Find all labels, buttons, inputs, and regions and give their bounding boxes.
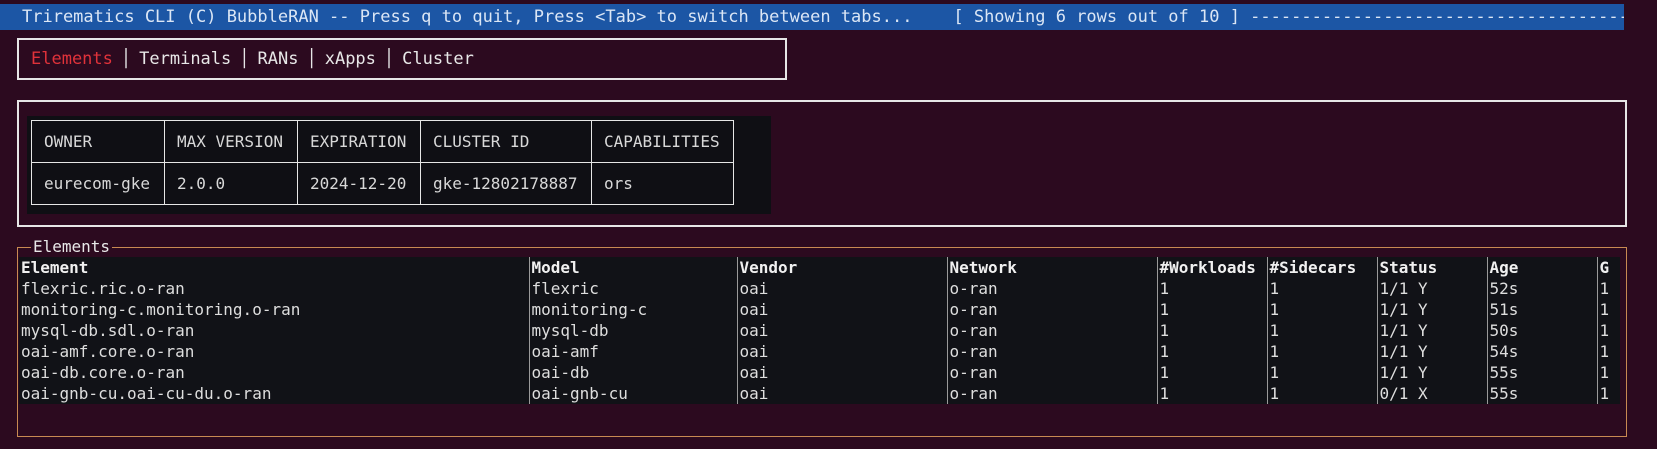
cell-sidecars: 1 (1267, 299, 1378, 320)
cell-model: mysql-db (529, 320, 738, 341)
tab-separator: │ (306, 49, 317, 69)
cell-sidecars: 1 (1267, 278, 1378, 299)
license-row: eurecom-gke 2.0.0 2024-12-20 gke-1280217… (31, 162, 734, 205)
license-table-container: OWNER MAX VERSION EXPIRATION CLUSTER ID … (27, 116, 771, 214)
cell-vendor: oai (737, 362, 948, 383)
table-row[interactable]: oai-db.core.o-ran oai-db oai o-ran 1 1 1/1 Y 55… (19, 362, 1620, 383)
license-panel: OWNER MAX VERSION EXPIRATION CLUSTER ID … (17, 100, 1627, 227)
cell-status: 1/1 Y (1377, 320, 1488, 341)
cell-workloads: 1 (1157, 341, 1268, 362)
cell-status: 0/1 X (1377, 383, 1488, 404)
cell-status: 1/1 Y (1377, 341, 1488, 362)
cell-g: 1 (1599, 342, 1610, 361)
cell-network: o-ran (947, 383, 1158, 404)
cell-element: flexric.ric.o-ran (19, 278, 530, 299)
tab-separator: │ (120, 49, 132, 69)
col-header-age[interactable]: Age (1487, 257, 1598, 278)
cell-model: oai-gnb-cu (529, 383, 738, 404)
cell-vendor: oai (737, 383, 948, 404)
table-row[interactable]: oai-gnb-cu.oai-cu-du.o-ran oai-gnb-cu oai o… (19, 383, 1620, 404)
tab-terminals[interactable]: Terminals (131, 49, 239, 69)
license-header-capabilities: CAPABILITIES (591, 120, 734, 163)
cell-workloads: 1 (1157, 299, 1268, 320)
col-header-network[interactable]: Network (947, 257, 1158, 278)
cell-model: oai-db (529, 362, 738, 383)
cell-sidecars: 1 (1267, 383, 1378, 404)
cell-age: 51s (1487, 299, 1598, 320)
cell-network: o-ran (947, 320, 1158, 341)
license-max-version: 2.0.0 (164, 162, 298, 205)
cell-element: oai-gnb-cu.oai-cu-du.o-ran (19, 383, 530, 404)
cell-g: 1 (1599, 321, 1610, 340)
cell-element: monitoring-c.monitoring.o-ran (19, 299, 530, 320)
table-row[interactable]: monitoring-c.monitoring.o-ran monitoring-… (19, 299, 1620, 320)
cell-vendor: oai (737, 278, 948, 299)
tab-separator: │ (239, 49, 250, 69)
cell-element: oai-db.core.o-ran (19, 362, 530, 383)
cell-status: 1/1 Y (1377, 362, 1488, 383)
cell-vendor: oai (737, 341, 948, 362)
cell-sidecars: 1 (1267, 341, 1378, 362)
license-expiration: 2024-12-20 (297, 162, 421, 205)
tab-xapps[interactable]: xApps (317, 49, 384, 69)
tab-separator: │ (383, 49, 395, 69)
license-header-cluster-id: CLUSTER ID (420, 120, 592, 163)
license-owner: eurecom-gke (31, 162, 165, 205)
cell-vendor: oai (737, 320, 948, 341)
cell-age: 55s (1487, 362, 1598, 383)
cell-model: oai-amf (529, 341, 738, 362)
elements-panel-title: Elements (31, 237, 113, 256)
cell-element: mysql-db.sdl.o-ran (19, 320, 530, 341)
tab-bar: Elements │ Terminals │ RANs │ xApps │ Cl… (17, 38, 787, 80)
cell-status: 1/1 Y (1377, 299, 1488, 320)
license-table: OWNER MAX VERSION EXPIRATION CLUSTER ID … (31, 120, 734, 205)
col-header-status[interactable]: Status (1377, 257, 1488, 278)
tab-rans[interactable]: RANs (250, 49, 307, 69)
col-header-g[interactable]: G (1597, 257, 1620, 278)
col-header-workloads[interactable]: #Workloads (1157, 257, 1268, 278)
table-row[interactable]: oai-amf.core.o-ran oai-amf oai o-ran 1 1 1/1 Y… (19, 341, 1620, 362)
cell-g: 1 (1599, 279, 1610, 298)
cell-workloads: 1 (1157, 383, 1268, 404)
cell-model: flexric (529, 278, 738, 299)
cell-element: oai-amf.core.o-ran (19, 341, 530, 362)
cell-sidecars: 1 (1267, 320, 1378, 341)
cell-g: 1 (1599, 363, 1610, 382)
cell-workloads: 1 (1157, 278, 1268, 299)
cell-vendor: oai (737, 299, 948, 320)
col-header-element[interactable]: Element (19, 257, 530, 278)
col-header-model[interactable]: Model (529, 257, 738, 278)
col-header-sidecars[interactable]: #Sidecars (1267, 257, 1378, 278)
cell-age: 52s (1487, 278, 1598, 299)
cell-network: o-ran (947, 362, 1158, 383)
license-header-expiration: EXPIRATION (297, 120, 421, 163)
license-cluster-id: gke-12802178887 (420, 162, 592, 205)
cell-network: o-ran (947, 278, 1158, 299)
cell-g: 1 (1599, 300, 1610, 319)
cell-age: 50s (1487, 320, 1598, 341)
cell-workloads: 1 (1157, 362, 1268, 383)
cell-model: monitoring-c (529, 299, 738, 320)
license-header-max-version: MAX VERSION (164, 120, 298, 163)
cell-network: o-ran (947, 299, 1158, 320)
cell-g: 1 (1599, 384, 1610, 403)
table-row[interactable]: flexric.ric.o-ran flexric oai o-ran 1 1 1/1 Y5… (19, 278, 1620, 299)
col-header-vendor[interactable]: Vendor (737, 257, 948, 278)
elements-header-row: Element Model Vendor Network #Workloads … (19, 257, 1620, 278)
status-bar: Trirematics CLI (C) BubbleRAN -- Press q… (0, 4, 1624, 30)
elements-table[interactable]: Element Model Vendor Network #Workloads … (19, 257, 1620, 404)
cell-status: 1/1 Y (1377, 278, 1488, 299)
license-header-row: OWNER MAX VERSION EXPIRATION CLUSTER ID … (31, 120, 734, 163)
cell-age: 54s (1487, 341, 1598, 362)
cell-age: 55s (1487, 383, 1598, 404)
tab-cluster[interactable]: Cluster (394, 49, 482, 69)
cell-network: o-ran (947, 341, 1158, 362)
license-header-owner: OWNER (31, 120, 165, 163)
cell-sidecars: 1 (1267, 362, 1378, 383)
license-capabilities: ors (591, 162, 734, 205)
tab-elements[interactable]: Elements (23, 49, 121, 69)
cell-workloads: 1 (1157, 320, 1268, 341)
table-row[interactable]: mysql-db.sdl.o-ran mysql-db oai o-ran 1 1 1/1 … (19, 320, 1620, 341)
